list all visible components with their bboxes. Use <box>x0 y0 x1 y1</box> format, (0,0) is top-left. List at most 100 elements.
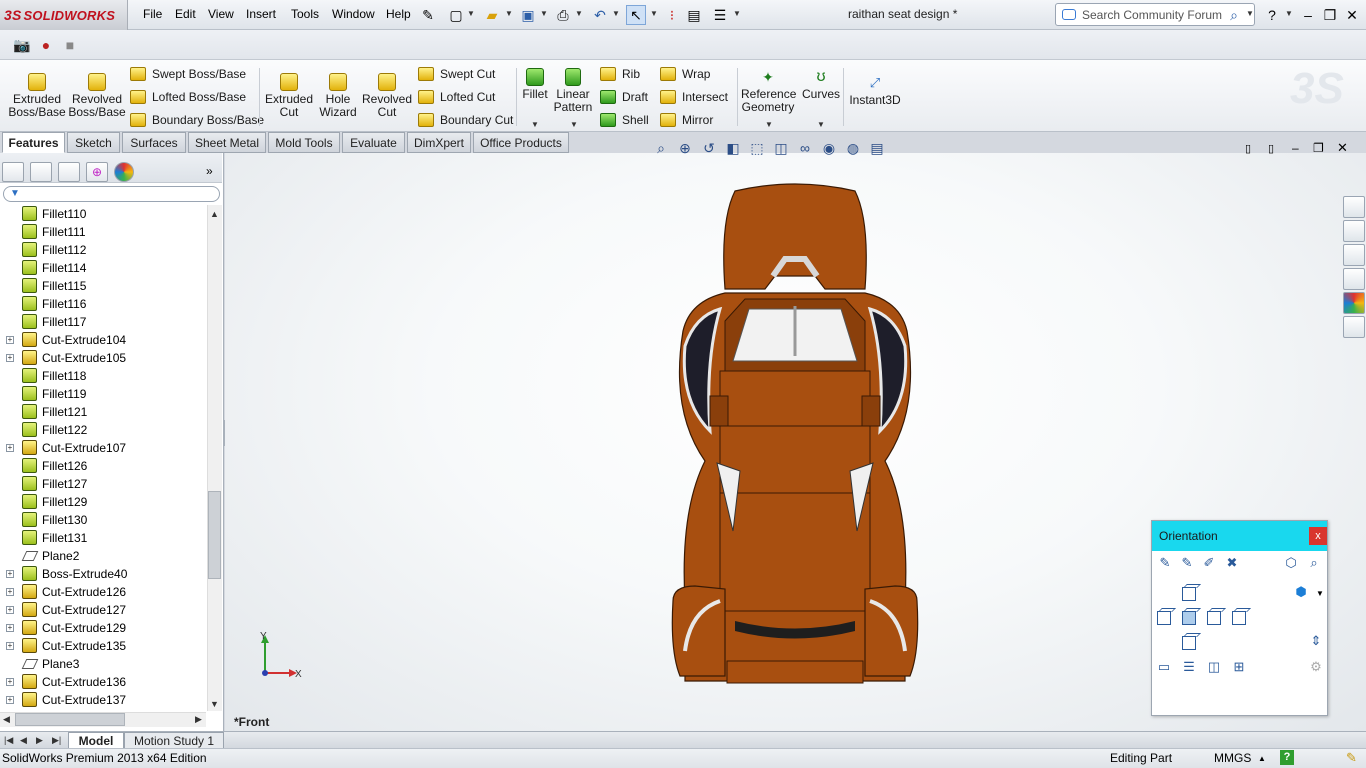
tree-item[interactable]: Fillet126 <box>0 457 206 475</box>
menu-window[interactable]: Window <box>332 7 375 21</box>
tree-item[interactable]: + Cut-Extrude129 <box>0 619 206 637</box>
print-dropdown-icon[interactable]: ▼ <box>575 9 583 18</box>
menu-view[interactable]: View <box>208 7 234 21</box>
tree-item[interactable]: Fillet110 <box>0 205 206 223</box>
units-selector[interactable]: MMGS <box>1214 751 1251 765</box>
new-view-icon[interactable]: ✎ <box>1178 554 1196 572</box>
tree-item[interactable]: + Cut-Extrude105 <box>0 349 206 367</box>
expand-icon[interactable]: + <box>6 624 14 632</box>
undo-icon[interactable]: ↶ <box>590 5 610 25</box>
tab-office-products[interactable]: Office Products <box>473 132 569 153</box>
edit-appearance-icon[interactable]: ◉ <box>818 137 840 159</box>
tree-item[interactable]: Fillet130 <box>0 511 206 529</box>
zoom-to-area-icon[interactable]: ⊕ <box>674 137 696 159</box>
tree-item[interactable]: + Cut-Extrude135 <box>0 637 206 655</box>
undo-dropdown-icon[interactable]: ▼ <box>612 9 620 18</box>
tab-sheet-metal[interactable]: Sheet Metal <box>188 132 266 153</box>
pin-icon[interactable]: ✎ <box>418 5 438 25</box>
extruded-boss-button[interactable]: Extruded Boss/Base <box>8 73 66 119</box>
tree-item[interactable]: Plane2 <box>0 547 206 565</box>
tree-item[interactable]: Fillet118 <box>0 367 206 385</box>
tree-item[interactable]: + Cut-Extrude127 <box>0 601 206 619</box>
viewport-tile-icon[interactable]: ▯ <box>1245 142 1251 155</box>
scroll-down-icon[interactable]: ▼ <box>210 699 219 709</box>
tab-sketch[interactable]: Sketch <box>67 132 120 153</box>
left-view-icon[interactable] <box>1157 611 1171 625</box>
expand-icon[interactable]: + <box>6 642 14 650</box>
new-dropdown-icon[interactable]: ▼ <box>467 9 475 18</box>
tree-item[interactable]: Fillet129 <box>0 493 206 511</box>
units-dropdown-icon[interactable]: ▲ <box>1258 754 1266 763</box>
tab-evaluate[interactable]: Evaluate <box>342 132 405 153</box>
tab-features[interactable]: Features <box>2 132 65 153</box>
push-pin-icon[interactable]: ✎ <box>1156 554 1174 572</box>
tree-item[interactable]: + Cut-Extrude104 <box>0 331 206 349</box>
open-dropdown-icon[interactable]: ▼ <box>505 9 513 18</box>
search-dropdown-icon[interactable]: ▼ <box>1246 9 1254 18</box>
previous-view-icon[interactable]: ↺ <box>698 137 720 159</box>
menu-help[interactable]: Help <box>386 7 411 21</box>
revolved-cut-button[interactable]: Revolved Cut <box>362 73 412 119</box>
file-properties-icon[interactable]: ▤ <box>684 5 704 25</box>
two-view-horizontal-icon[interactable]: ☰ <box>1180 658 1198 676</box>
section-view-icon[interactable]: ◧ <box>722 137 744 159</box>
fillet-button[interactable]: Fillet <box>520 68 550 101</box>
back-view-icon[interactable] <box>1232 611 1246 625</box>
help-dropdown-icon[interactable]: ▼ <box>1285 9 1293 18</box>
tree-item[interactable]: Fillet131 <box>0 529 206 547</box>
next-tab-icon[interactable]: ▶ <box>36 735 43 746</box>
revolved-boss-button[interactable]: Revolved Boss/Base <box>68 73 126 119</box>
tree-item[interactable]: Fillet119 <box>0 385 206 403</box>
tab-mold-tools[interactable]: Mold Tools <box>268 132 340 153</box>
lofted-cut-button[interactable]: Lofted Cut <box>418 90 495 104</box>
two-view-vertical-icon[interactable]: ◫ <box>1205 658 1223 676</box>
right-view-icon[interactable] <box>1207 611 1221 625</box>
expand-icon[interactable]: + <box>6 336 14 344</box>
wrap-button[interactable]: Wrap <box>660 67 710 81</box>
tree-item[interactable]: Fillet116 <box>0 295 206 313</box>
display-style-icon[interactable]: ◫ <box>770 137 792 159</box>
boundary-boss-button[interactable]: Boundary Boss/Base <box>130 113 264 127</box>
tree-item[interactable]: Fillet117 <box>0 313 206 331</box>
select-dropdown-icon[interactable]: ▼ <box>650 9 658 18</box>
intersect-button[interactable]: Intersect <box>660 90 728 104</box>
options-icon[interactable]: ☰ <box>710 5 730 25</box>
linear-pattern-button[interactable]: Linear Pattern <box>552 68 594 114</box>
tree-item[interactable]: Fillet114 <box>0 259 206 277</box>
tree-vertical-scrollbar[interactable] <box>207 205 222 711</box>
normal-to-icon[interactable]: ⇕ <box>1307 632 1325 650</box>
mirror-button[interactable]: Mirror <box>660 113 713 127</box>
iso-dropdown-icon[interactable]: ▼ <box>1316 589 1324 598</box>
tree-item[interactable]: + Cut-Extrude136 <box>0 673 206 691</box>
scroll-up-icon[interactable]: ▲ <box>210 209 219 219</box>
file-explorer-icon[interactable] <box>1343 244 1365 266</box>
update-view-icon[interactable]: ✐ <box>1200 554 1218 572</box>
scroll-right-icon[interactable]: ▶ <box>195 714 202 725</box>
viewport-split-icon[interactable]: ▯ <box>1268 142 1274 155</box>
reset-views-icon[interactable]: ✖ <box>1223 554 1241 572</box>
seat-model[interactable] <box>665 181 925 685</box>
expand-icon[interactable]: + <box>6 444 14 452</box>
minimize-icon[interactable]: – <box>1298 5 1318 25</box>
solidworks-resources-icon[interactable] <box>1343 196 1365 218</box>
fillet-dropdown-icon[interactable]: ▼ <box>531 120 539 129</box>
tree-scroll-thumb[interactable] <box>208 491 221 579</box>
appearances-icon[interactable] <box>1343 292 1365 314</box>
solidworks-logo[interactable]: 3S SOLIDWORKS <box>0 0 128 30</box>
instant3d-button[interactable]: ⤢ Instant3D <box>847 74 903 107</box>
tree-item[interactable]: Plane3 <box>0 655 206 673</box>
open-folder-icon[interactable]: ▰ <box>482 5 502 25</box>
expand-icon[interactable]: + <box>6 678 14 686</box>
custom-properties-icon[interactable] <box>1343 316 1365 338</box>
boundary-cut-button[interactable]: Boundary Cut <box>418 113 513 127</box>
expand-icon[interactable]: + <box>6 588 14 596</box>
tree-item[interactable]: + Cut-Extrude107 <box>0 439 206 457</box>
expand-icon[interactable]: + <box>6 696 14 704</box>
menu-file[interactable]: File <box>143 7 162 21</box>
viewport-close-icon[interactable]: ✕ <box>1337 140 1348 156</box>
link-views-icon[interactable]: ⚙ <box>1307 658 1325 676</box>
tree-hscroll-thumb[interactable] <box>15 713 125 726</box>
notification-icon[interactable]: ✎ <box>1346 750 1357 766</box>
view-palette-icon[interactable] <box>1343 268 1365 290</box>
front-view-icon[interactable] <box>1182 611 1196 625</box>
